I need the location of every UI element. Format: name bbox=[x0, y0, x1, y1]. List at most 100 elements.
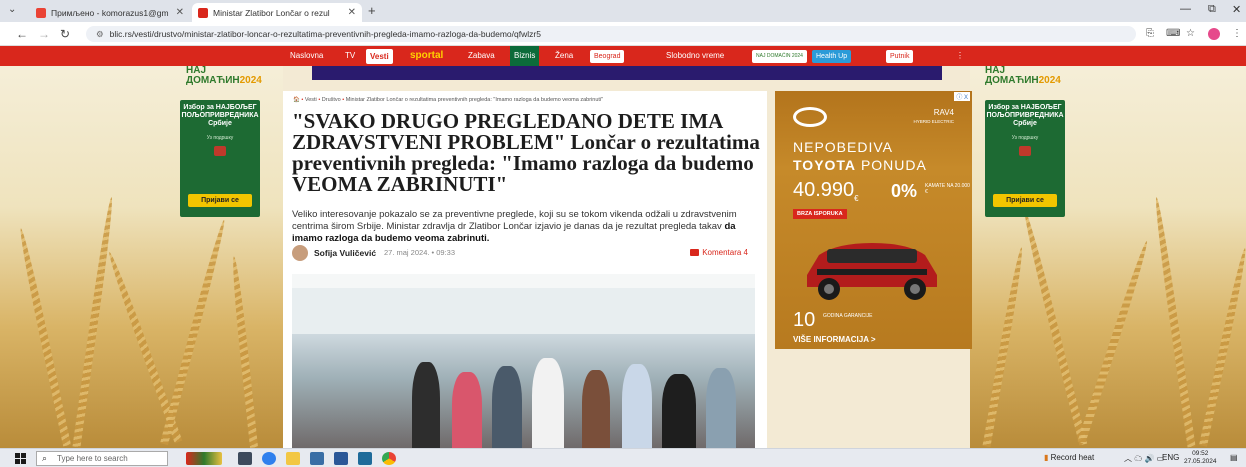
toyota-ad[interactable]: ⓘ X RAV4 HYBRID ELECTRIC NEPOBEDIVA TOYOT… bbox=[775, 91, 972, 349]
ad-price: 40.990€ bbox=[793, 179, 859, 203]
author-name[interactable]: Sofija Vuličević bbox=[314, 248, 376, 258]
breadcrumb-current: Ministar Zlatibor Lončar o rezultatima p… bbox=[345, 97, 604, 103]
car-image bbox=[807, 243, 937, 300]
nav-beograd[interactable]: Beograd bbox=[590, 50, 625, 63]
breadcrumb-vesti[interactable]: Vesti bbox=[305, 97, 317, 103]
language-indicator[interactable]: ENG bbox=[1162, 453, 1179, 462]
bookmark-star-icon[interactable]: ☆ bbox=[1186, 28, 1195, 39]
app-icon[interactable] bbox=[358, 452, 372, 465]
nav-zabava[interactable]: Zabava bbox=[468, 46, 495, 66]
adchoices-icon[interactable]: ⓘ X bbox=[954, 92, 970, 101]
ad-headline-1: NEPOBEDIVA bbox=[793, 139, 893, 155]
nav-slobodno-vreme[interactable]: Slobodno vreme bbox=[666, 46, 724, 66]
serbia-crest-icon bbox=[1019, 146, 1031, 156]
nav-sportal[interactable]: sportal bbox=[410, 46, 443, 66]
serbia-crest-icon bbox=[214, 146, 226, 156]
windows-taskbar: ⌕ Type here to search ▮ Record heat ︿ ☁ … bbox=[0, 448, 1246, 467]
author-avatar[interactable] bbox=[292, 245, 308, 261]
search-icon: ⌕ bbox=[42, 453, 48, 463]
web-page: Naslovna TV Vesti sportal Zabava Biznis … bbox=[0, 46, 1246, 448]
tray-icons[interactable]: ︿ ☁ 🔊 ▭ bbox=[1124, 453, 1164, 464]
menu-dots-icon[interactable]: ⋮ bbox=[1232, 28, 1242, 39]
ad-model: RAV4 HYBRID ELECTRIC bbox=[913, 108, 954, 125]
search-placeholder: Type here to search bbox=[57, 454, 128, 463]
nav-vesti[interactable]: Vesti bbox=[366, 49, 393, 64]
windows-start-icon[interactable] bbox=[15, 453, 26, 464]
address-bar-row: ← → ↻ ⚙ blic.rs/vesti/drustvo/ministar-zl… bbox=[0, 22, 1246, 46]
ad-rate: 0% bbox=[891, 181, 918, 201]
tab-gmail[interactable]: Примљено - komorazus1@gm ✕ bbox=[30, 3, 190, 22]
profile-avatar[interactable] bbox=[1208, 28, 1220, 40]
author-row: Sofija Vuličević 27. maj 2024. • 09:33 K… bbox=[292, 245, 758, 261]
site-settings-icon[interactable]: ⚙ bbox=[96, 29, 104, 39]
nav-biznis[interactable]: Biznis bbox=[510, 46, 540, 66]
task-view-icon[interactable] bbox=[238, 452, 252, 465]
notifications-icon[interactable]: ▤ bbox=[1230, 453, 1238, 462]
ad-cta-link[interactable]: VIŠE INFORMACIJA > bbox=[793, 335, 876, 344]
tab-label: Ministar Zlatibor Lončar o rezul bbox=[213, 7, 330, 18]
nav-naj-domacin[interactable]: NAJ DOMAĆIN 2024 bbox=[752, 50, 807, 63]
nav-zena[interactable]: Žena bbox=[555, 46, 573, 66]
edge-icon[interactable] bbox=[262, 452, 276, 465]
article-headline: "SVAKO DRUGO PREGLEDANO DETE IMA ZDRAVST… bbox=[292, 109, 760, 196]
tab-search-icon[interactable]: ⌄ bbox=[8, 4, 16, 15]
nav-putnik[interactable]: Putnik bbox=[886, 50, 914, 63]
side-promo-left[interactable]: Избор за НАЈБОЉЕГ ПОЉОПРИВРЕДНИКА Србије… bbox=[180, 100, 260, 217]
home-icon[interactable]: 🏠 bbox=[293, 97, 300, 103]
promo-apply-button[interactable]: Пријави се bbox=[993, 194, 1057, 207]
store-icon[interactable] bbox=[310, 452, 324, 465]
reload-icon[interactable]: ↻ bbox=[60, 27, 70, 41]
tab-close-icon[interactable]: ✕ bbox=[344, 7, 356, 18]
restore-button[interactable]: ⧉ bbox=[1208, 3, 1216, 16]
ad-warranty-number: 10 bbox=[793, 309, 816, 331]
chrome-icon[interactable] bbox=[382, 452, 396, 465]
gmail-favicon-icon bbox=[36, 7, 46, 18]
comments-link[interactable]: Komentara 4 bbox=[690, 248, 748, 257]
back-arrow-icon[interactable]: ← bbox=[16, 27, 28, 41]
forward-arrow-icon[interactable]: → bbox=[38, 27, 50, 41]
toyota-logo-icon bbox=[793, 107, 827, 127]
url-text: blic.rs/vesti/drustvo/ministar-zlatibor-… bbox=[109, 29, 541, 39]
promo-title: Избор за НАЈБОЉЕГ ПОЉОПРИВРЕДНИКА Србије bbox=[181, 104, 259, 127]
word-icon[interactable] bbox=[334, 452, 348, 465]
site-top-nav: Naslovna TV Vesti sportal Zabava Biznis … bbox=[0, 46, 1246, 66]
nav-tv[interactable]: TV bbox=[345, 46, 355, 66]
article: 🏠 • Vesti • Društvo • Ministar Zlatibor … bbox=[283, 91, 767, 448]
url-field[interactable]: ⚙ blic.rs/vesti/drustvo/ministar-zlatibor… bbox=[86, 26, 1136, 42]
promo-title: Избор за НАЈБОЉЕГ ПОЉОПРИВРЕДНИКА Србије bbox=[986, 104, 1064, 127]
news-widget-icon[interactable] bbox=[186, 452, 222, 465]
nav-naslovna[interactable]: Naslovna bbox=[290, 46, 323, 66]
tab-close-icon[interactable]: ✕ bbox=[172, 7, 184, 18]
tab-strip: ⌄ Примљено - komorazus1@gm ✕ Ministar Zl… bbox=[0, 0, 1246, 22]
side-promo-right[interactable]: Избор за НАЈБОЉЕГ ПОЉОПРИВРЕДНИКА Србије… bbox=[985, 100, 1065, 217]
minimize-button[interactable]: — bbox=[1180, 3, 1191, 15]
comment-icon bbox=[690, 249, 700, 256]
ad-rate-note: KAMATE NA 20.000 € bbox=[925, 183, 970, 195]
new-tab-button[interactable]: + bbox=[368, 3, 376, 18]
promo-support-text: Уз подршку bbox=[1011, 135, 1039, 141]
tab-blic-article[interactable]: Ministar Zlatibor Lončar o rezul ✕ bbox=[192, 3, 362, 22]
publish-date: 27. maj 2024. • 09:33 bbox=[384, 248, 456, 257]
taskbar-search[interactable]: ⌕ Type here to search bbox=[36, 451, 168, 466]
translate-icon[interactable]: ⌨ bbox=[1166, 28, 1180, 39]
record-heat-tray[interactable]: ▮ Record heat bbox=[1044, 453, 1094, 462]
promo-support-text: Уз подршку bbox=[206, 135, 234, 141]
ad-badge: BRZA ISPORUKA bbox=[793, 209, 847, 219]
ad-warranty-text: GODINA GARANCIJE bbox=[823, 313, 873, 319]
naj-domacin-logo-right: НАЈ ДОМАЋИН2024 bbox=[985, 65, 1061, 86]
nav-more-icon[interactable]: ⋮ bbox=[956, 46, 964, 66]
taskbar-clock[interactable]: 09:52 27.05.2024 bbox=[1184, 450, 1217, 466]
article-photo[interactable] bbox=[292, 274, 755, 448]
breadcrumb-drustvo[interactable]: Društvo bbox=[322, 97, 341, 103]
nav-health-up[interactable]: Health Up bbox=[812, 50, 852, 63]
thermometer-icon: ▮ bbox=[1044, 453, 1049, 462]
blic-favicon-icon bbox=[198, 7, 208, 18]
close-window-button[interactable]: ✕ bbox=[1232, 3, 1241, 16]
install-app-icon[interactable]: ⎘ bbox=[1146, 28, 1154, 39]
banner-strip bbox=[312, 66, 942, 80]
naj-domacin-logo-left: НАЈ ДОМАЋИН2024 bbox=[186, 65, 262, 86]
article-lede: Veliko interesovanje pokazalo se za prev… bbox=[292, 209, 737, 244]
promo-apply-button[interactable]: Пријави се bbox=[188, 194, 252, 207]
ad-headline-2: TOYOTA PONUDA bbox=[793, 157, 927, 173]
file-explorer-icon[interactable] bbox=[286, 452, 300, 465]
